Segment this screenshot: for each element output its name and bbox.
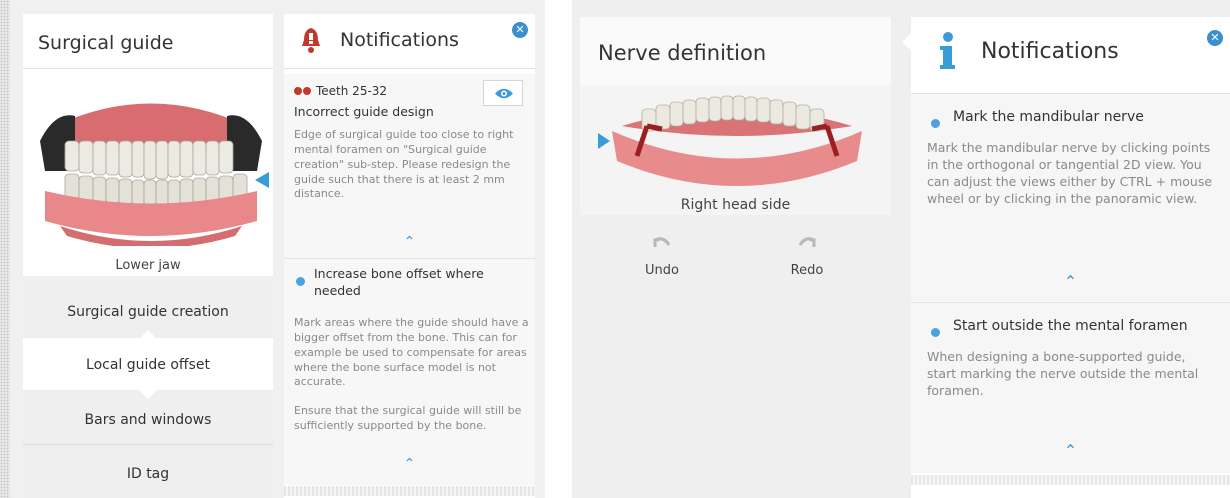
surgical-guide-screen: Surgical guide Lower jaw Surgical guide …: [0, 0, 545, 498]
eye-icon: [495, 88, 513, 99]
redo-button[interactable]: Redo: [777, 236, 837, 278]
nerve-definition-panel: Nerve definition Right head side: [580, 17, 891, 215]
surgical-guide-panel: Surgical guide Lower jaw: [23, 14, 273, 276]
step-id-tag[interactable]: ID tag: [23, 466, 273, 482]
selected-step-pointer-icon: [139, 330, 157, 339]
undo-button[interactable]: Undo: [632, 236, 692, 278]
chevron-up-icon[interactable]: ⌃: [284, 234, 535, 250]
view-marker-icon: [598, 133, 610, 149]
notification-title: Mark the mandibular nerve: [953, 109, 1144, 125]
view-marker-icon: [255, 172, 269, 188]
notifications-panel: Notifications ✕ Mark the mandibular nerv…: [902, 17, 1230, 498]
dotted-border: [0, 0, 10, 498]
notifications-header: Notifications: [300, 26, 459, 54]
bell-alert-icon: [302, 28, 320, 53]
notifications-panel: Notifications Teeth 25-32 Incorrect guid…: [284, 14, 535, 498]
info-dot-icon: [296, 277, 305, 286]
notification-title: Incorrect guide design: [294, 104, 434, 119]
info-dot-icon: [931, 119, 940, 128]
alert-dots-icon: [294, 87, 302, 95]
redo-label: Redo: [790, 263, 824, 278]
notification-body: Mark the mandibular nerve by clicking po…: [927, 140, 1213, 206]
notification-body: When designing a bone-supported guide, s…: [927, 349, 1199, 398]
step-local-guide-offset: Local guide offset: [86, 357, 210, 373]
notification-body: Mark areas where the guide should have a…: [294, 316, 529, 389]
undo-label: Undo: [645, 263, 679, 278]
notification-mark-nerve: Mark the mandibular nerve Mark the mandi…: [911, 94, 1230, 302]
notification-title: Increase bone offset where needed: [314, 266, 484, 298]
jaw-model[interactable]: [602, 91, 872, 191]
notification-body: Edge of surgical guide too close to righ…: [294, 128, 514, 201]
dentition-model[interactable]: [35, 86, 267, 246]
notification-bone-offset: Increase bone offset where needed Mark a…: [284, 259, 535, 485]
step-surgical-guide-creation[interactable]: Surgical guide creation: [23, 304, 273, 320]
notifications-title: Notifications: [340, 29, 459, 51]
page-title: Nerve definition: [598, 41, 767, 65]
nerve-definition-screen: Nerve definition Right head side Undo Re…: [572, 0, 1230, 498]
step-bars-and-windows[interactable]: Bars and windows: [23, 412, 273, 428]
chevron-up-icon[interactable]: ⌃: [284, 456, 535, 472]
panel-pointer-icon: [902, 33, 912, 51]
chevron-up-icon[interactable]: ⌃: [911, 272, 1230, 291]
undo-icon: [653, 237, 671, 247]
model-caption: Lower jaw: [115, 258, 181, 273]
selected-step-pointer-down-icon: [139, 390, 157, 399]
redo-icon: [798, 237, 816, 247]
close-icon[interactable]: ✕: [1207, 30, 1223, 46]
page-title: Surgical guide: [38, 32, 174, 54]
notification-body-extra: Ensure that the surgical guide will stil…: [294, 404, 522, 432]
info-icon: [940, 32, 955, 69]
notification-incorrect-design: Teeth 25-32 Incorrect guide design Edge …: [284, 74, 535, 258]
notification-start-outside: Start outside the mental foramen When de…: [911, 303, 1230, 473]
model-caption: Right head side: [680, 197, 791, 213]
step-local-guide-offset-row[interactable]: Local guide offset: [23, 330, 273, 399]
eye-button[interactable]: [483, 80, 523, 106]
notifications-title: Notifications: [981, 38, 1119, 64]
info-dot-icon: [931, 328, 940, 337]
teeth-range: Teeth 25-32: [316, 84, 388, 98]
notification-title: Start outside the mental foramen: [953, 318, 1188, 334]
chevron-up-icon[interactable]: ⌃: [911, 441, 1230, 460]
teeth-tag: Teeth 25-32: [294, 84, 387, 98]
close-icon[interactable]: ✕: [512, 22, 528, 38]
step-list: Surgical guide creation Local guide offs…: [23, 286, 273, 498]
notifications-header: Notifications: [937, 31, 1119, 71]
